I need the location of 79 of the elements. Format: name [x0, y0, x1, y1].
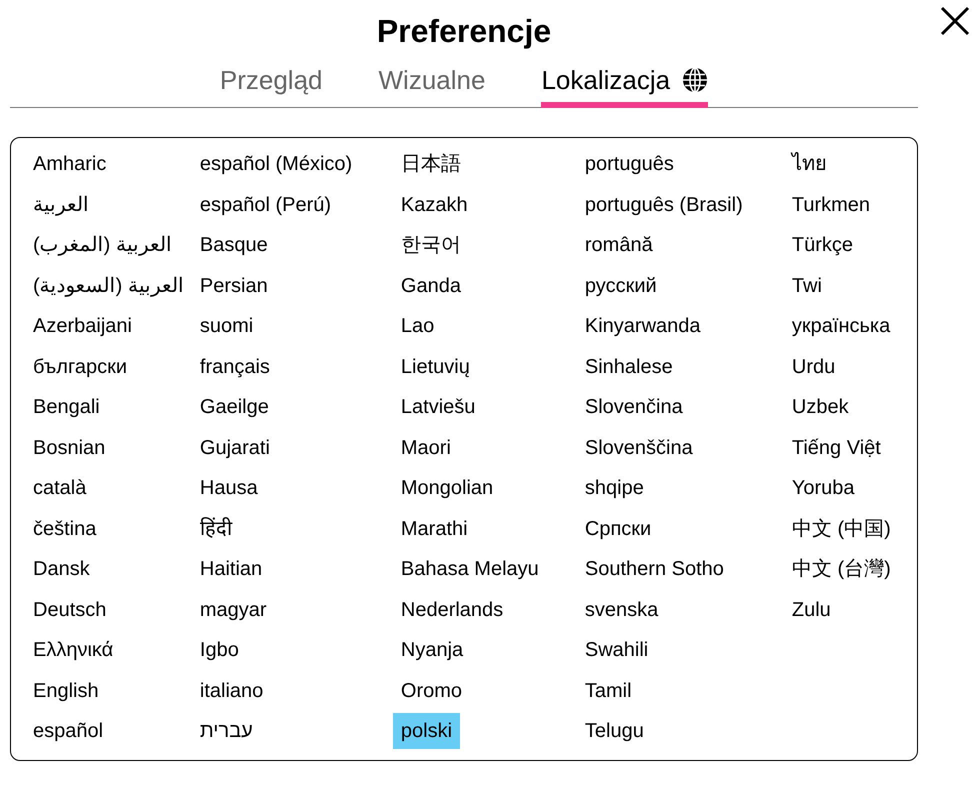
language-option[interactable]: български — [25, 348, 135, 385]
language-option[interactable]: Tiếng Việt — [784, 430, 889, 466]
language-option[interactable]: français — [192, 348, 278, 385]
language-option[interactable]: Bahasa Melayu — [392, 551, 547, 588]
language-option[interactable]: हिंदी — [192, 510, 240, 547]
language-option[interactable]: 中文 (台灣) — [784, 551, 899, 588]
language-option[interactable]: Hausa — [192, 470, 266, 506]
dialog-title: Preferencje — [376, 12, 552, 50]
tab[interactable]: Przegląd — [220, 64, 323, 108]
language-option[interactable]: Urdu — [784, 348, 844, 385]
language-option[interactable]: Dansk — [25, 551, 98, 588]
language-option[interactable]: Yoruba — [784, 470, 863, 506]
language-option[interactable]: polski — [392, 713, 460, 750]
language-option[interactable]: Deutsch — [25, 592, 114, 628]
language-option[interactable]: Latviešu — [392, 389, 484, 426]
language-option[interactable]: العربية (السعودية) — [25, 268, 192, 304]
language-option[interactable]: română — [576, 227, 661, 264]
language-option[interactable]: עברית — [192, 713, 261, 750]
language-option[interactable]: magyar — [192, 592, 275, 628]
language-option[interactable]: English — [25, 672, 107, 709]
language-option[interactable]: Gaeilge — [192, 389, 277, 426]
language-option[interactable]: Zulu — [784, 592, 839, 628]
language-option[interactable]: Igbo — [192, 632, 247, 668]
language-option[interactable]: Sinhalese — [576, 348, 681, 385]
language-option[interactable]: Marathi — [392, 510, 476, 547]
language-option[interactable]: Bengali — [25, 389, 108, 426]
language-option[interactable]: Nyanja — [392, 632, 472, 668]
globe-icon — [682, 67, 708, 93]
language-option[interactable]: Persian — [192, 268, 276, 304]
language-option[interactable]: Turkmen — [784, 186, 878, 223]
language-option[interactable]: Maori — [392, 430, 459, 466]
language-option[interactable]: Lao — [392, 308, 442, 344]
language-option[interactable]: Twi — [784, 268, 830, 304]
language-option[interactable]: Telugu — [576, 713, 652, 750]
language-option[interactable]: português (Brasil) — [576, 186, 751, 223]
language-option[interactable]: Lietuvių — [392, 348, 478, 385]
language-option[interactable]: العربية (المغرب) — [25, 227, 180, 264]
language-option[interactable]: Swahili — [576, 632, 656, 668]
close-icon — [940, 6, 970, 36]
tab[interactable]: Wizualne — [378, 64, 486, 108]
language-option[interactable]: Haitian — [192, 551, 270, 588]
close-button[interactable] — [940, 6, 970, 36]
language-option[interactable]: Amharic — [25, 146, 114, 182]
language-option[interactable]: 한국어 — [392, 227, 469, 264]
language-option[interactable]: 日本語 — [392, 146, 469, 182]
language-option[interactable]: українська — [784, 308, 898, 344]
tab[interactable]: Lokalizacja — [541, 64, 708, 108]
language-option[interactable]: català — [25, 470, 94, 506]
language-option[interactable]: Slovenščina — [576, 430, 701, 466]
language-option[interactable]: español (Perú) — [192, 186, 340, 223]
language-option[interactable]: español — [25, 713, 112, 750]
language-option[interactable]: ไทย — [784, 146, 835, 182]
language-option[interactable]: español (México) — [192, 146, 360, 182]
language-option[interactable]: Southern Sotho — [576, 551, 732, 588]
language-option[interactable]: العربية — [25, 186, 97, 223]
language-option[interactable]: русский — [576, 268, 665, 304]
language-option[interactable]: Gujarati — [192, 430, 278, 466]
language-option[interactable]: Azerbaijani — [25, 308, 140, 344]
language-option[interactable]: Uzbek — [784, 389, 857, 426]
language-option[interactable]: svenska — [576, 592, 666, 628]
language-option[interactable]: Српски — [576, 510, 660, 547]
language-option[interactable]: Mongolian — [392, 470, 502, 506]
language-option[interactable]: Ganda — [392, 268, 469, 304]
language-option[interactable]: Ελληνικά — [25, 632, 122, 668]
language-option[interactable]: italiano — [192, 672, 272, 709]
language-option[interactable]: Basque — [192, 227, 276, 264]
language-option[interactable]: Türkçe — [784, 227, 862, 264]
language-option[interactable]: shqipe — [576, 470, 652, 506]
language-option[interactable]: čeština — [25, 510, 104, 547]
language-option[interactable]: Nederlands — [392, 592, 512, 628]
language-option[interactable]: Oromo — [392, 672, 470, 709]
language-option[interactable]: suomi — [192, 308, 262, 344]
language-option[interactable]: 中文 (中国) — [784, 510, 899, 547]
language-option[interactable]: português — [576, 146, 682, 182]
language-option[interactable]: Tamil — [576, 672, 640, 709]
language-option[interactable]: Slovenčina — [576, 389, 691, 426]
language-option[interactable]: Bosnian — [25, 430, 114, 466]
language-option[interactable]: Kinyarwanda — [576, 308, 709, 344]
language-option[interactable]: Kazakh — [392, 186, 476, 223]
